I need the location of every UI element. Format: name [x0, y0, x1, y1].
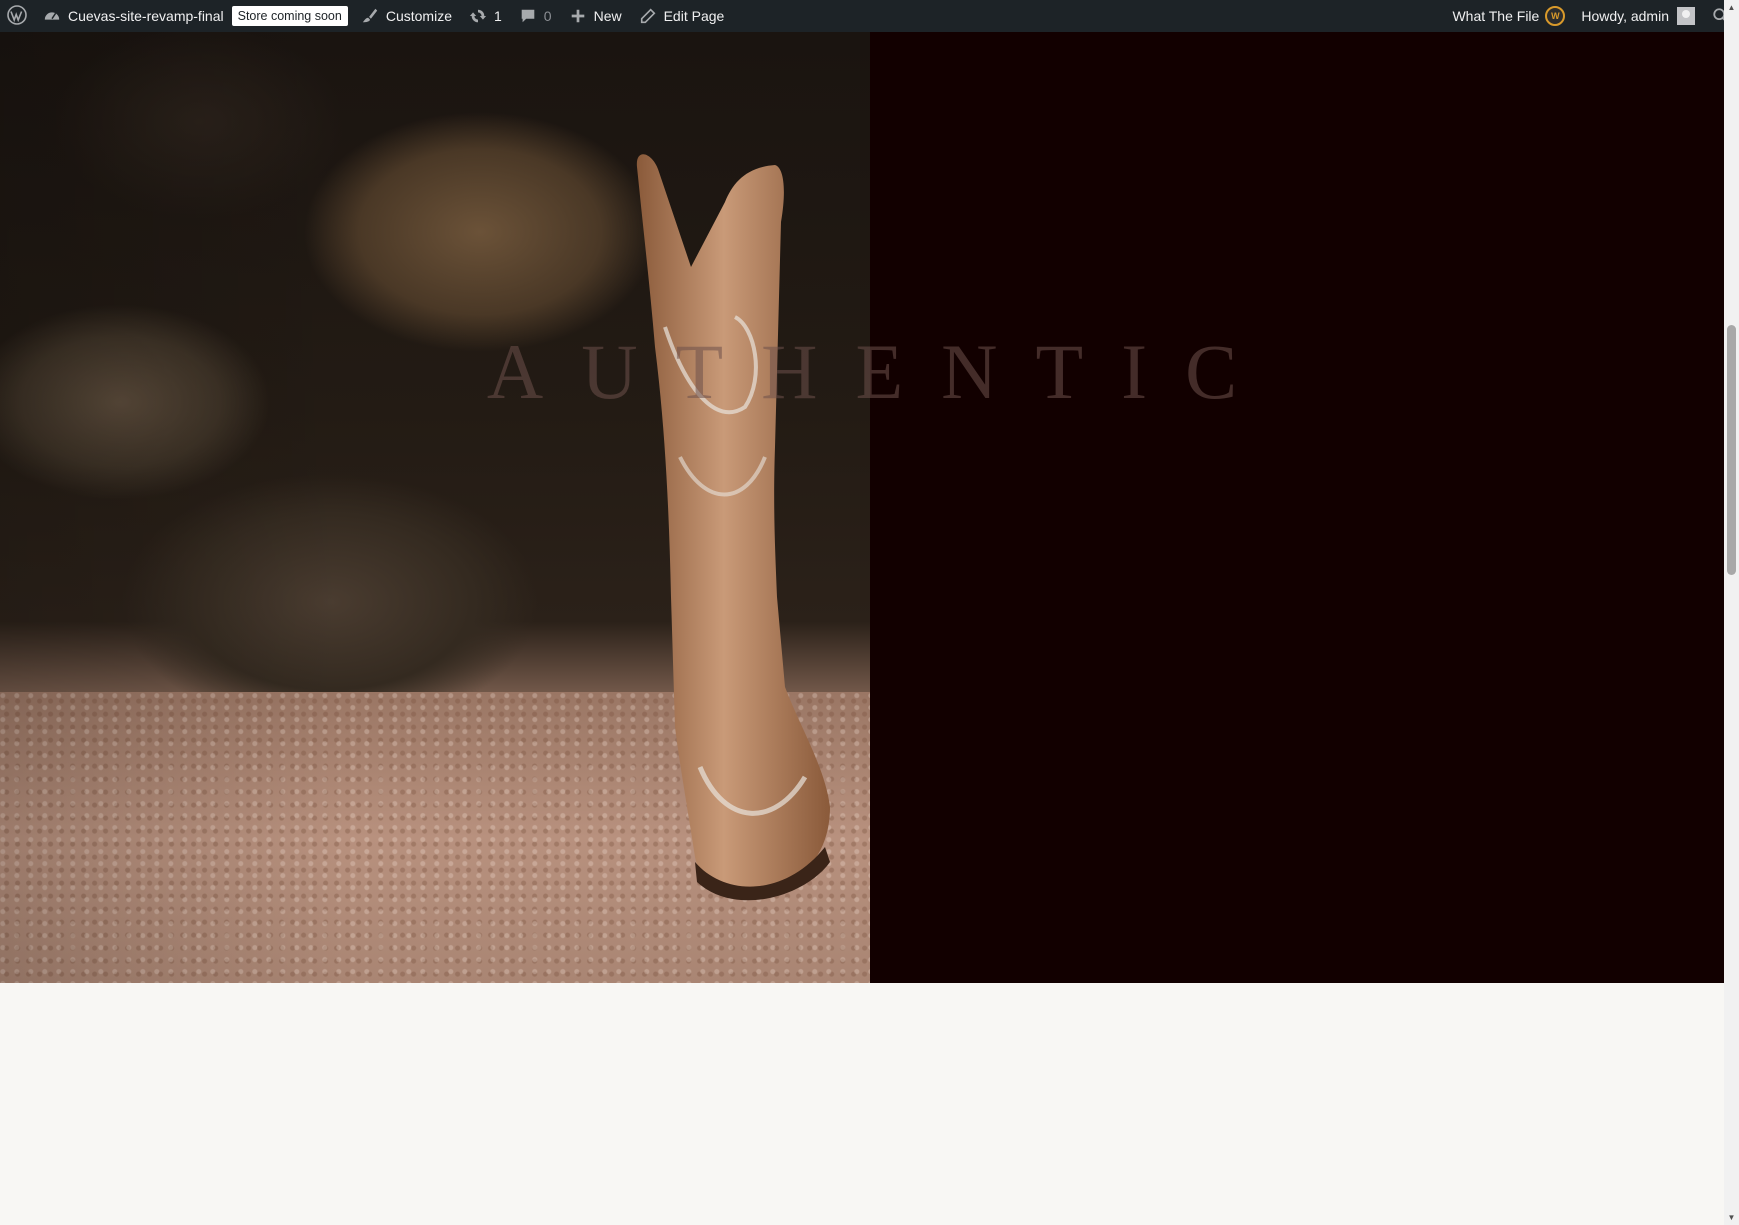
scroll-down-arrow-icon[interactable]: ▼ — [1724, 1210, 1739, 1225]
dashboard-icon — [42, 6, 62, 26]
hero-boot-photo — [0, 32, 870, 983]
what-the-file-menu[interactable]: What The File W — [1444, 0, 1573, 32]
updates-count: 1 — [493, 8, 502, 24]
wordpress-icon — [7, 4, 27, 28]
comments-button[interactable]: 0 — [510, 0, 560, 32]
new-content-button[interactable]: New — [560, 0, 630, 32]
store-coming-soon-badge: Store coming soon — [231, 6, 348, 26]
updates-icon — [468, 6, 488, 26]
edit-page-button[interactable]: Edit Page — [630, 0, 733, 32]
comment-icon — [518, 6, 538, 26]
avatar — [1677, 7, 1695, 25]
store-status[interactable]: Store coming soon — [231, 0, 352, 32]
my-account-menu[interactable]: Howdy, admin — [1573, 0, 1703, 32]
hero-section: AUTHENTIC — [0, 32, 1724, 983]
page-scrollbar[interactable]: ▲ ▼ — [1724, 0, 1739, 1225]
hero-headline: AUTHENTIC — [486, 328, 1276, 415]
pencil-icon — [638, 6, 658, 26]
scrollbar-thumb[interactable] — [1727, 325, 1736, 575]
site-name: Cuevas-site-revamp-final — [68, 8, 224, 24]
content-area-below-hero — [0, 983, 1724, 1225]
what-the-file-label: What The File — [1452, 8, 1540, 24]
wordpress-logo-button[interactable] — [0, 0, 34, 32]
brush-icon — [360, 6, 380, 26]
customize-label: Customize — [385, 8, 452, 24]
edit-page-label: Edit Page — [663, 8, 725, 24]
admin-bar: Cuevas-site-revamp-final Store coming so… — [0, 0, 1739, 32]
site-name-menu[interactable]: Cuevas-site-revamp-final — [34, 0, 232, 32]
customize-button[interactable]: Customize — [352, 0, 460, 32]
greeting: Howdy, admin — [1581, 8, 1669, 24]
plus-icon — [568, 6, 588, 26]
new-label: New — [593, 8, 622, 24]
updates-button[interactable]: 1 — [460, 0, 510, 32]
what-the-file-logo-icon: W — [1545, 6, 1566, 26]
comments-count: 0 — [543, 8, 552, 24]
admin-bar-right: What The File W Howdy, admin — [1444, 0, 1739, 32]
scroll-up-arrow-icon[interactable]: ▲ — [1724, 0, 1739, 15]
admin-bar-left: Cuevas-site-revamp-final Store coming so… — [0, 0, 732, 32]
photo-shade — [0, 32, 870, 983]
